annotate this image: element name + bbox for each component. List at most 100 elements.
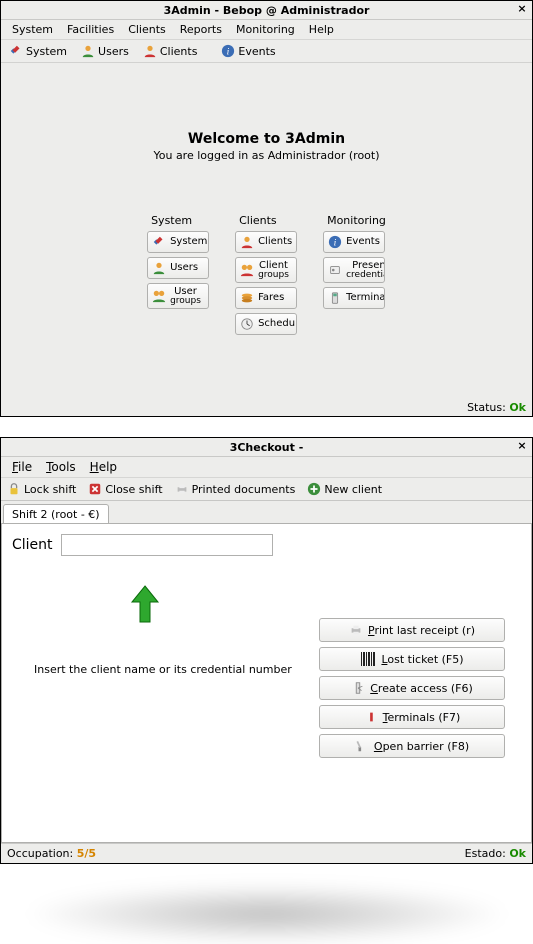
- checkout-status-value: Ok: [509, 847, 526, 860]
- users-group-icon: [152, 289, 166, 303]
- menu-clients[interactable]: Clients: [121, 21, 173, 38]
- checkout-footer: Occupation: 5/5 Estado: Ok: [1, 843, 532, 863]
- toolbar-system[interactable]: System: [7, 42, 69, 60]
- open-barrier-label: Open barrier (F8): [374, 740, 469, 753]
- printer-icon: [175, 482, 189, 496]
- print-last-receipt-button[interactable]: Print last receipt (r): [319, 618, 505, 642]
- coins-icon: [240, 291, 254, 305]
- menu-tools[interactable]: Tools: [39, 458, 83, 476]
- menu-monitoring[interactable]: Monitoring: [229, 21, 302, 38]
- btn-fares[interactable]: Fares: [235, 287, 297, 309]
- btn-schedules[interactable]: Schedules: [235, 313, 297, 335]
- tab-pane: Client Insert the client name or its cre…: [1, 523, 532, 843]
- user-icon: [81, 44, 95, 58]
- btn-schedules-label: Schedules: [258, 319, 297, 329]
- terminal-icon: [328, 291, 342, 305]
- btn-terminals-label: Terminals: [346, 293, 385, 303]
- admin-title: 3Admin - Bebop @ Administrador: [164, 4, 370, 17]
- toolbar-events-label: Events: [238, 45, 275, 58]
- close-icon[interactable]: ×: [516, 4, 528, 16]
- drop-shadow: [22, 884, 512, 944]
- col-clients: Clients Clients Clientgroups Fares Sched…: [235, 214, 297, 339]
- tab-strip: Shift 2 (root - €): [1, 501, 532, 523]
- occupation-label: Occupation:: [7, 847, 77, 860]
- btn-client-groups-label: Clientgroups: [258, 261, 289, 280]
- col-monitoring: Monitoring i Events Presentcredentials T…: [323, 214, 386, 313]
- menu-help[interactable]: Help: [83, 458, 124, 476]
- checkout-window: 3Checkout - × File Tools Help Lock shift…: [0, 437, 533, 864]
- admin-toolbar: System Users Clients i Events: [1, 40, 532, 63]
- btn-present-credentials[interactable]: Presentcredentials: [323, 257, 385, 283]
- lost-ticket-label: Lost ticket (F5): [381, 653, 463, 666]
- col-system: System System Users Usergroups: [147, 214, 209, 313]
- btn-terminals[interactable]: Terminals: [323, 287, 385, 309]
- checkout-titlebar: 3Checkout - ×: [1, 438, 532, 457]
- tab-shift[interactable]: Shift 2 (root - €): [3, 504, 109, 524]
- btn-client-groups[interactable]: Clientgroups: [235, 257, 297, 283]
- toolbar-users[interactable]: Users: [79, 42, 131, 60]
- barrier-icon: [355, 739, 369, 753]
- terminals-label: Terminals (F7): [383, 711, 461, 724]
- user-icon: [152, 261, 166, 275]
- create-access-label: Create access (F6): [370, 682, 473, 695]
- occupation-value: 5/5: [77, 847, 96, 860]
- turnstile-icon: [351, 681, 365, 695]
- client-label: Client: [12, 537, 53, 553]
- occupation: Occupation: 5/5: [7, 847, 96, 860]
- close-x-icon: [88, 482, 102, 496]
- printed-documents-label: Printed documents: [192, 483, 296, 496]
- close-shift-button[interactable]: Close shift: [88, 482, 162, 496]
- new-client-button[interactable]: New client: [307, 482, 382, 496]
- toolbar-clients-label: Clients: [160, 45, 198, 58]
- col-system-title: System: [147, 214, 209, 227]
- client-row: Client: [12, 534, 521, 556]
- print-last-receipt-label: Print last receipt (r): [368, 624, 475, 637]
- close-shift-label: Close shift: [105, 483, 162, 496]
- checkout-menubar: File Tools Help: [1, 457, 532, 478]
- lock-shift-label: Lock shift: [24, 483, 76, 496]
- client-input[interactable]: [61, 534, 273, 556]
- menu-help[interactable]: Help: [302, 21, 341, 38]
- client-icon: [240, 235, 254, 249]
- menu-system[interactable]: System: [5, 21, 60, 38]
- toolbar-system-label: System: [26, 45, 67, 58]
- svg-text:i: i: [334, 238, 337, 249]
- menu-facilities[interactable]: Facilities: [60, 21, 121, 38]
- btn-clients-label: Clients: [258, 237, 292, 247]
- action-buttons: Print last receipt (r) Lost ticket (F5) …: [319, 618, 505, 758]
- btn-user-groups-label: Usergroups: [170, 287, 201, 306]
- client-icon: [143, 44, 157, 58]
- create-access-button[interactable]: Create access (F6): [319, 676, 505, 700]
- toolbar-events[interactable]: i Events: [219, 42, 277, 60]
- btn-events[interactable]: i Events: [323, 231, 385, 253]
- admin-status: Status: Ok: [467, 401, 526, 414]
- menu-file[interactable]: File: [5, 458, 39, 476]
- btn-user-groups[interactable]: Usergroups: [147, 283, 209, 309]
- checkout-title: 3Checkout -: [230, 441, 304, 454]
- new-client-label: New client: [324, 483, 382, 496]
- open-barrier-button[interactable]: Open barrier (F8): [319, 734, 505, 758]
- barcode-icon: [360, 652, 376, 666]
- menu-reports[interactable]: Reports: [173, 21, 229, 38]
- clock-icon: [240, 317, 254, 331]
- btn-clients[interactable]: Clients: [235, 231, 297, 253]
- terminals-button[interactable]: Terminals (F7): [319, 705, 505, 729]
- btn-events-label: Events: [346, 237, 380, 247]
- btn-users-label: Users: [170, 263, 198, 273]
- admin-window: 3Admin - Bebop @ Administrador × System …: [0, 0, 533, 417]
- checkout-status: Estado: Ok: [465, 847, 526, 860]
- welcome-subtitle: You are logged in as Administrador (root…: [1, 149, 532, 162]
- info-icon: i: [328, 235, 342, 249]
- btn-users[interactable]: Users: [147, 257, 209, 279]
- svg-text:i: i: [227, 47, 230, 58]
- lost-ticket-button[interactable]: Lost ticket (F5): [319, 647, 505, 671]
- close-icon[interactable]: ×: [516, 441, 528, 453]
- badge-icon: [328, 263, 342, 277]
- lock-shift-button[interactable]: Lock shift: [7, 482, 76, 496]
- btn-fares-label: Fares: [258, 293, 284, 303]
- col-clients-title: Clients: [235, 214, 297, 227]
- btn-system[interactable]: System: [147, 231, 209, 253]
- printed-documents-button[interactable]: Printed documents: [175, 482, 296, 496]
- plus-icon: [307, 482, 321, 496]
- toolbar-clients[interactable]: Clients: [141, 42, 200, 60]
